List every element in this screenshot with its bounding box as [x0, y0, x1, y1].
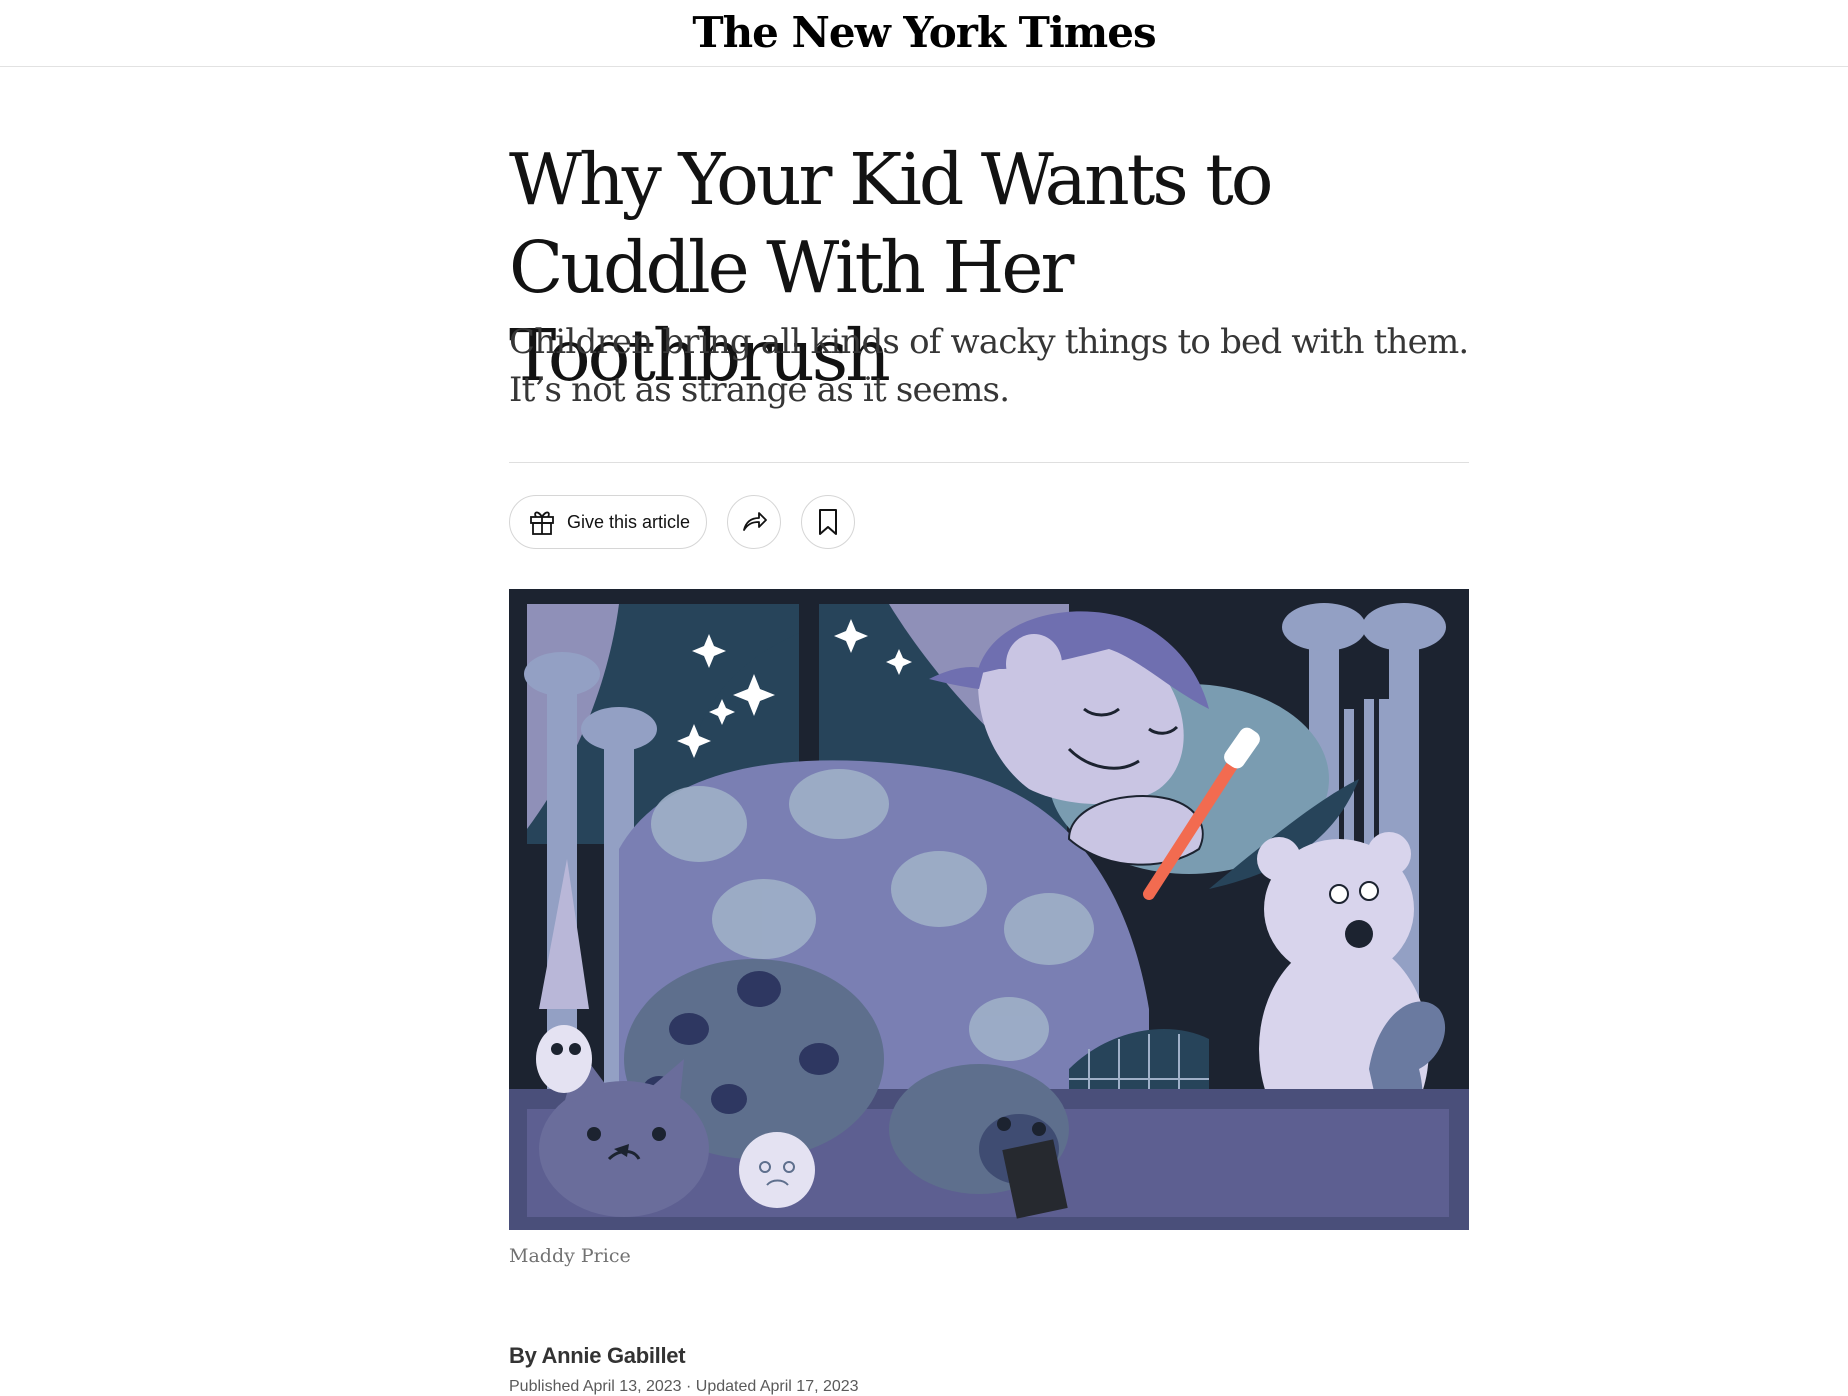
divider	[509, 462, 1469, 463]
give-article-button[interactable]: Give this article	[509, 495, 707, 549]
lead-illustration	[509, 589, 1469, 1230]
give-article-label: Give this article	[567, 511, 691, 532]
timestamp: Published April 13, 2023 · Updated April…	[509, 1378, 859, 1395]
image-credit: Maddy Price	[509, 1245, 631, 1267]
article-summary: Children bring all kinds of wacky things…	[509, 322, 1469, 410]
byline[interactable]: By Annie Gabillet	[509, 1343, 686, 1369]
gift-icon	[530, 511, 554, 535]
share-button[interactable]	[727, 495, 781, 549]
masthead: The New York Times	[0, 0, 1848, 67]
nyt-logo[interactable]: The New York Times	[0, 9, 1848, 57]
save-button[interactable]	[801, 495, 855, 549]
share-arrow-icon	[743, 512, 767, 531]
bookmark-icon	[819, 509, 837, 535]
